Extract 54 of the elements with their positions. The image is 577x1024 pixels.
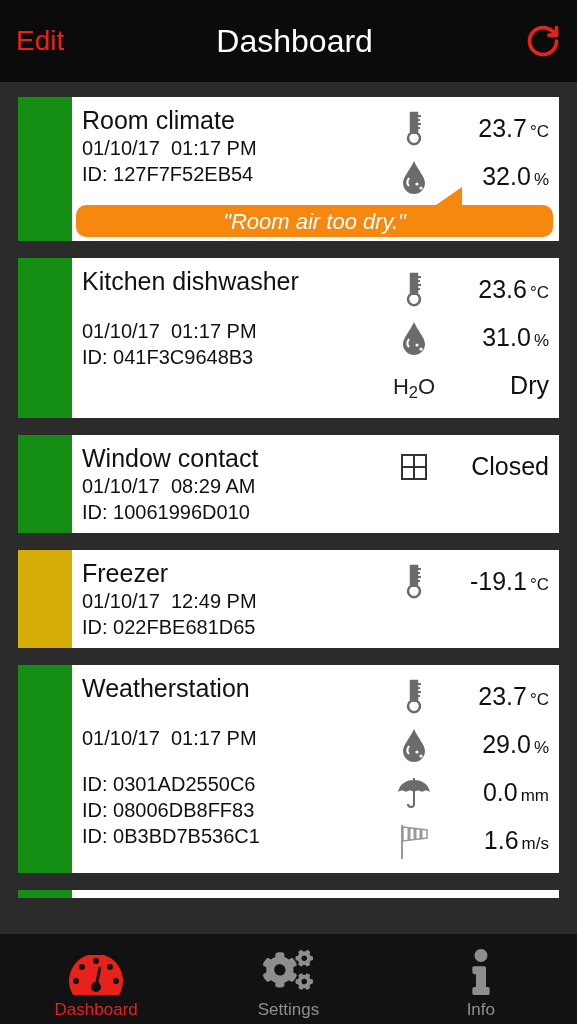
device-id: ID: 10061996D010 [82,500,251,525]
device-card[interactable]: Room climate 01/10/17 01:17 PM ID: 127F7F52EB54 23.7°C 32.0% "Room air too dry." [18,97,559,241]
device-name: Window contact [82,443,260,473]
alert-text: "Room air too dry." [223,207,406,236]
device-id: ID: 0B3BD7B536C1 [82,824,261,849]
device-id: ID: 08006DB8FF83 [82,798,256,823]
device-name: Room climate [82,105,236,135]
device-name: Kitchen dishwasher [82,266,300,296]
device-id: ID: 0301AD2550C6 [82,772,257,797]
device-name: Weatherstation [82,673,251,703]
thermometer-icon [405,679,423,715]
reading-value: 29.0% [482,729,549,761]
device-card[interactable]: Freezer 01/10/17 12:49 PM ID: 022FBE681D65 -19.1°C [18,550,559,648]
reading-value: Closed [471,451,549,483]
speech-bubble-tail [436,187,462,205]
water-drop-icon [401,321,427,355]
reading-value: 0.0 mm [482,777,549,809]
thermometer-icon [405,564,423,600]
edit-button[interactable]: Edit [16,20,65,62]
reading-value: -19.1°C [469,566,549,598]
windsock-icon [399,823,429,859]
reading-value: 31.0% [482,322,549,354]
device-timestamp: 01/10/17 01:17 PM [82,319,258,344]
refresh-button[interactable] [525,23,561,59]
window-icon [400,453,428,481]
device-card[interactable]: Window contact 01/10/17 08:29 AM ID: 10061996D010 Closed [18,435,559,533]
device-card[interactable]: Weatherstation 01/10/17 01:17 PM ID: 0301AD2550C6 ID: 08006DB8FF83 ID: 0B3BD7B536C1 23.7°C 29.0% 0.0 mm 1.6 m/s [18,665,559,873]
reading-label: H$_{2}$O [392,372,436,403]
gauge-icon [67,954,126,995]
device-timestamp: 01/10/17 01:17 PM [82,726,258,751]
device-id: ID: 127F7F52EB54 [82,162,255,187]
reading-value: 23.7°C [478,681,549,713]
device-timestamp: 01/10/17 08:29 AM [82,474,257,499]
device-id: ID: 041F3C9648B3 [82,345,255,370]
device-id: ID: 022FBE681D65 [82,615,257,640]
tab[interactable]: Info [384,934,577,1024]
device-timestamp: 01/10/17 12:49 PM [82,589,258,614]
device-card[interactable]: Kitchen dishwasher 01/10/17 01:17 PM ID: 041F3C9648B3 23.6°C 31.0% H$_{2}$O Dry [18,258,559,418]
thermometer-icon [405,111,423,147]
reading-value: Dry [510,370,549,402]
water-drop-icon [401,728,427,762]
tab[interactable]: Settings [192,934,385,1024]
device-timestamp: 01/10/17 01:17 PM [82,136,258,161]
screen-title: Dashboard [216,22,373,61]
reading-value: 23.7°C [478,113,549,145]
water-drop-icon [401,160,427,194]
device-name: Freezer [82,558,170,588]
tab[interactable]: Dashboard [0,934,193,1024]
umbrella-icon [397,776,431,810]
reading-value: 32.0% [482,161,549,193]
thermometer-icon [405,272,423,308]
reading-value: 23.6°C [478,274,549,306]
refresh-icon [525,23,561,59]
reading-value: 1.6 m/s [483,825,549,857]
